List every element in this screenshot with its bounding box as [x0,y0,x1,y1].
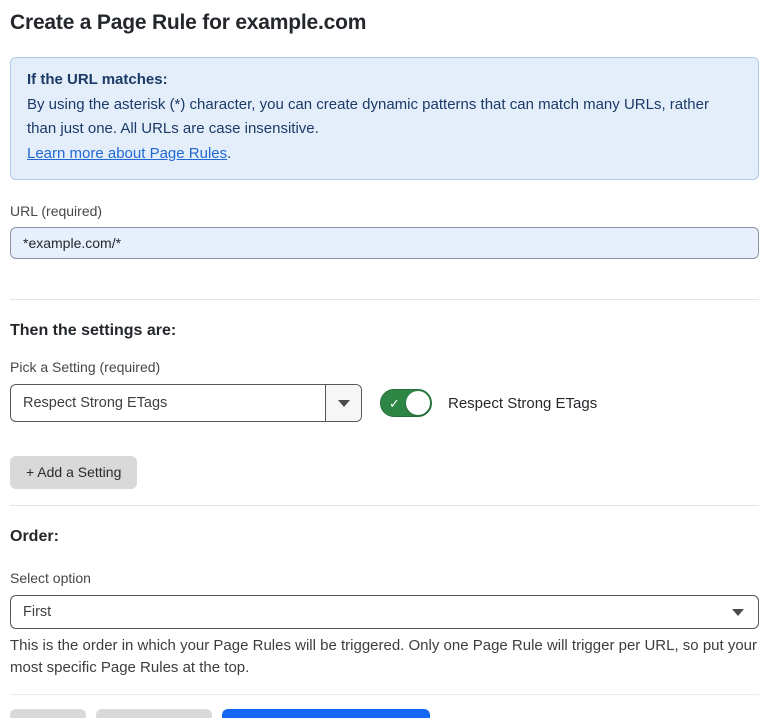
order-select-arrow [724,596,758,628]
footer-actions: Cancel Save as Draft Save and Deploy Pag… [10,709,759,718]
chevron-down-icon [338,400,350,407]
footer-divider [10,694,759,695]
check-icon: ✓ [389,397,400,410]
chevron-down-icon [732,609,744,616]
order-select-label: Select option [10,569,759,587]
info-box-body: By using the asterisk (*) character, you… [27,93,742,142]
etag-toggle[interactable]: ✓ [380,389,432,417]
section-divider [10,505,759,506]
create-page-rule-form: Create a Page Rule for example.com If th… [0,0,769,718]
order-select-value: First [11,596,724,628]
save-draft-button[interactable]: Save as Draft [96,709,213,718]
setting-picker-arrow-button[interactable] [325,385,361,421]
add-setting-button[interactable]: + Add a Setting [10,456,137,489]
settings-heading: Then the settings are: [10,321,759,341]
order-select[interactable]: First [10,595,759,629]
section-divider [10,299,759,300]
toggle-knob [406,391,430,415]
url-match-info-box: If the URL matches: By using the asteris… [10,57,759,180]
link-period: . [227,145,231,162]
order-heading: Order: [10,527,759,547]
info-link-row: Learn more about Page Rules. [27,142,742,167]
cancel-button[interactable]: Cancel [10,709,86,718]
url-label: URL (required) [10,202,759,220]
setting-picker-row: Respect Strong ETags ✓ Respect Strong ET… [10,384,759,422]
save-deploy-button[interactable]: Save and Deploy Page Rule [222,709,430,718]
etag-toggle-label: Respect Strong ETags [448,395,597,412]
learn-more-link[interactable]: Learn more about Page Rules [27,145,227,162]
url-input[interactable] [10,227,759,259]
setting-picker-value: Respect Strong ETags [11,385,325,421]
order-help-text: This is the order in which your Page Rul… [10,635,759,679]
page-title: Create a Page Rule for example.com [10,10,759,36]
setting-picker-select[interactable]: Respect Strong ETags [10,384,362,422]
setting-picker-label: Pick a Setting (required) [10,358,759,376]
info-box-heading: If the URL matches: [27,68,742,93]
